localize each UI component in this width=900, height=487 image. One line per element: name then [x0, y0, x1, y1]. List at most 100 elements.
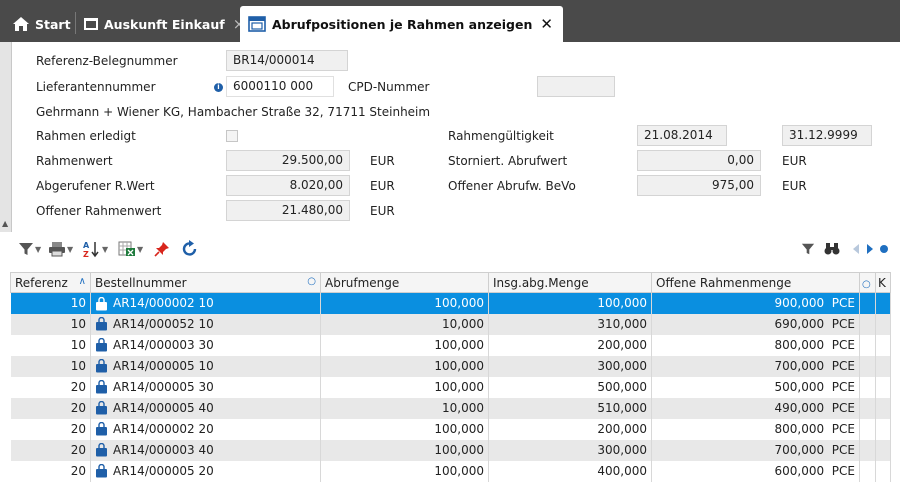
bestellnummer-link[interactable]: AR14/000005 40 — [113, 401, 214, 415]
column-header-insg-abg-menge[interactable]: Insg.abg.Menge — [488, 272, 652, 293]
cell-referenz: 20 — [10, 397, 91, 419]
currency-label: EUR — [370, 204, 395, 218]
cpd-field[interactable] — [537, 76, 615, 97]
pin-button[interactable] — [154, 238, 170, 260]
window-icon — [84, 18, 98, 30]
table-row[interactable]: 10 AR14/000052 10 10,000 310,000 690,000 PCE — [10, 313, 891, 335]
column-header-marker[interactable]: ○ — [859, 272, 876, 293]
abgerufen-field[interactable]: 8.020,00 — [226, 175, 350, 196]
table-row[interactable]: 20 AR14/000005 40 10,000 510,000 490,000 PCE — [10, 397, 891, 419]
print-button[interactable]: ▼ — [48, 238, 73, 260]
close-icon[interactable]: ✕ — [540, 15, 553, 33]
cell-insg-abg-menge: 300,000 — [488, 439, 652, 461]
window-icon — [248, 16, 266, 32]
currency-label: EUR — [782, 154, 807, 168]
cell-insg-abg-menge: 100,000 — [488, 292, 652, 314]
cell-referenz: 10 — [10, 313, 91, 335]
table-row[interactable]: 20 AR14/000002 20 100,000 200,000 800,000 PC… — [10, 418, 891, 440]
collapse-strip[interactable]: ▲ — [0, 42, 12, 232]
cell-bestellnummer[interactable]: AR14/000003 30 — [90, 334, 321, 356]
cell-k — [875, 418, 891, 440]
gueltig-bis-field[interactable]: 31.12.9999 — [782, 125, 872, 146]
column-header-bestellnummer[interactable]: Bestellnummer ○ — [90, 272, 321, 293]
table-row[interactable]: 10 AR14/000003 30 100,000 200,000 800,000 PC… — [10, 334, 891, 356]
cell-marker — [859, 355, 876, 377]
cell-k — [875, 397, 891, 419]
offener-rahmen-field[interactable]: 21.480,00 — [226, 200, 350, 221]
next-button[interactable] — [865, 238, 875, 260]
export-button[interactable]: ▼ — [118, 238, 143, 260]
table-row[interactable]: 10 AR14/000005 10 100,000 300,000 700,000 PC… — [10, 355, 891, 377]
unit-label: PCE — [831, 317, 855, 331]
bestellnummer-link[interactable]: AR14/000005 30 — [113, 380, 214, 394]
bestellnummer-link[interactable]: AR14/000003 30 — [113, 338, 214, 352]
cell-k — [875, 376, 891, 398]
referenz-field[interactable]: BR14/000014 — [226, 50, 348, 71]
prev-button[interactable] — [851, 238, 861, 260]
chevron-right-icon — [867, 244, 873, 254]
tab-auskunft-einkauf[interactable]: Auskunft Einkauf × — [83, 6, 245, 42]
cell-bestellnummer[interactable]: AR14/000005 30 — [90, 376, 321, 398]
tab-abrufpositionen[interactable]: Abrufpositionen je Rahmen anzeigen ✕ — [240, 6, 563, 42]
cell-offene-rahmenmenge: 600,000 PCE — [651, 460, 860, 482]
filter-icon — [19, 243, 33, 255]
table-row[interactable]: 10 AR14/000002 10 100,000 100,000 900,000 PC… — [10, 292, 891, 314]
sort-button[interactable]: A Z ▼ — [83, 238, 108, 260]
storniert-field[interactable]: 0,00 — [637, 150, 761, 171]
search-button[interactable] — [824, 238, 840, 260]
printer-icon — [49, 242, 65, 257]
cell-abrufmenge: 100,000 — [320, 355, 489, 377]
info-icon[interactable]: i — [214, 80, 226, 94]
referenz-label: Referenz-Belegnummer — [36, 54, 178, 68]
abrufpositionen-table: Referenz ∧ Bestellnummer ○ Abrufmenge Ins… — [10, 272, 891, 482]
bestellnummer-link[interactable]: AR14/000003 40 — [113, 443, 214, 457]
column-header-k[interactable]: K — [875, 272, 891, 293]
cell-offene-rahmenmenge: 490,000 PCE — [651, 397, 860, 419]
cell-offene-rahmenmenge: 690,000 PCE — [651, 313, 860, 335]
excel-export-icon — [118, 241, 135, 256]
filter-button[interactable]: ▼ — [18, 238, 41, 260]
unit-label: PCE — [831, 422, 855, 436]
table-row[interactable]: 20 AR14/000003 40 100,000 300,000 700,000 PC… — [10, 439, 891, 461]
page-dot-button[interactable] — [879, 238, 889, 260]
table-row[interactable]: 20 AR14/000005 30 100,000 500,000 500,000 PC… — [10, 376, 891, 398]
cell-bestellnummer[interactable]: AR14/000003 40 — [90, 439, 321, 461]
sort-az-icon: AZ — [83, 241, 99, 258]
cell-k — [875, 439, 891, 461]
bestellnummer-link[interactable]: AR14/000002 10 — [113, 296, 214, 310]
cell-insg-abg-menge: 200,000 — [488, 418, 652, 440]
rahmenwert-field[interactable]: 29.500,00 — [226, 150, 350, 171]
cell-k — [875, 313, 891, 335]
cell-k — [875, 460, 891, 482]
cell-bestellnummer[interactable]: AR14/000052 10 — [90, 313, 321, 335]
cell-marker — [859, 376, 876, 398]
column-marker-icon[interactable]: ○ — [862, 279, 871, 290]
column-marker-icon[interactable]: ○ — [307, 276, 316, 287]
column-header-abrufmenge[interactable]: Abrufmenge — [320, 272, 489, 293]
cell-bestellnummer[interactable]: AR14/000002 10 — [90, 292, 321, 314]
refresh-button[interactable] — [181, 238, 199, 260]
table-row[interactable]: 20 AR14/000005 20 100,000 400,000 600,000 PC… — [10, 460, 891, 482]
rahmen-erledigt-checkbox[interactable] — [226, 130, 238, 142]
bestellnummer-link[interactable]: AR14/000005 10 — [113, 359, 214, 373]
cell-bestellnummer[interactable]: AR14/000005 10 — [90, 355, 321, 377]
column-filter-button[interactable] — [801, 238, 815, 260]
bestellnummer-link[interactable]: AR14/000002 20 — [113, 422, 214, 436]
column-header-offene-rahmenmenge[interactable]: Offene Rahmenmenge — [651, 272, 860, 293]
lieferant-field[interactable]: 6000110 000 — [226, 76, 334, 97]
cell-bestellnummer[interactable]: AR14/000005 20 — [90, 460, 321, 482]
unit-label: PCE — [831, 359, 855, 373]
gueltig-von-field[interactable]: 21.08.2014 — [637, 125, 727, 146]
bestellnummer-link[interactable]: AR14/000005 20 — [113, 464, 214, 478]
cell-bestellnummer[interactable]: AR14/000005 40 — [90, 397, 321, 419]
cell-bestellnummer[interactable]: AR14/000002 20 — [90, 418, 321, 440]
tab-start[interactable]: Start — [12, 6, 71, 42]
bestellnummer-link[interactable]: AR14/000052 10 — [113, 317, 214, 331]
cell-insg-abg-menge: 510,000 — [488, 397, 652, 419]
sort-asc-icon[interactable]: ∧ — [79, 276, 86, 287]
pin-icon — [154, 242, 169, 257]
offener-abruf-field[interactable]: 975,00 — [637, 175, 761, 196]
filter-icon — [801, 243, 815, 255]
collapse-up-icon[interactable]: ▲ — [2, 219, 8, 228]
column-header-referenz[interactable]: Referenz ∧ — [10, 272, 91, 293]
